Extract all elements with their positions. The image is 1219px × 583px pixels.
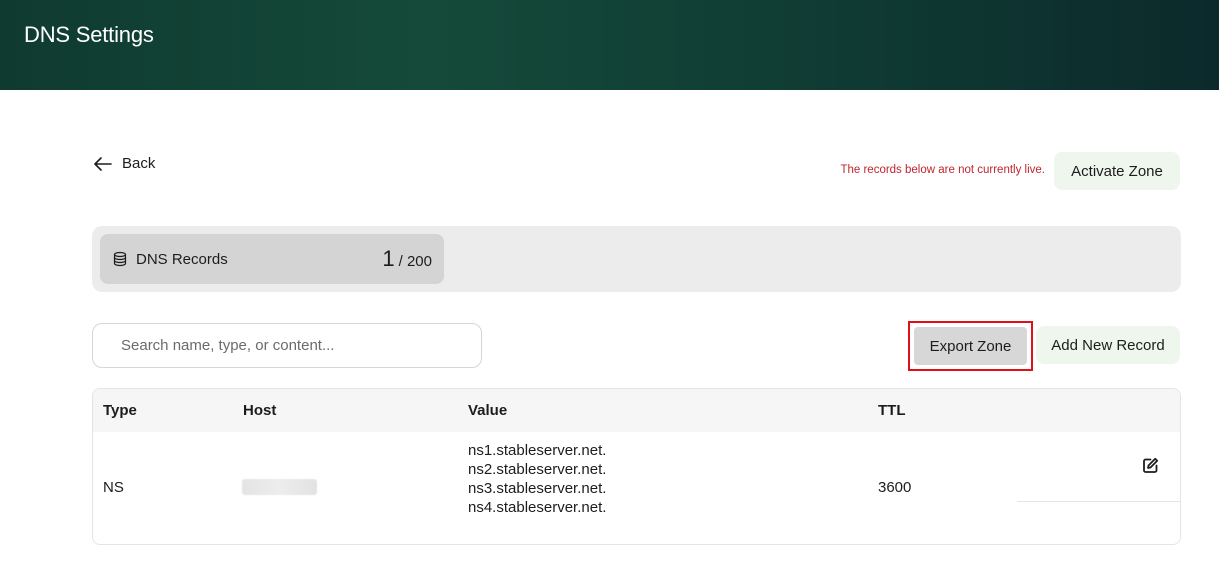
records-tab-bar: DNS Records 1 / 200	[92, 226, 1181, 292]
app-header: DNS Settings	[0, 0, 1219, 90]
search-input[interactable]	[92, 323, 482, 368]
add-new-record-button[interactable]: Add New Record	[1036, 326, 1180, 364]
record-value-line: ns3.stableserver.net.	[468, 480, 607, 497]
dns-records-table: Type Host Value TTL NS ns1.stableserver.…	[92, 388, 1181, 545]
record-value-line: ns4.stableserver.net.	[468, 499, 607, 516]
edit-icon[interactable]	[1142, 457, 1159, 474]
arrow-left-icon	[94, 156, 112, 171]
zone-notice: The records below are not currently live…	[840, 164, 1045, 176]
record-type: NS	[103, 479, 124, 496]
export-zone-button[interactable]: Export Zone	[914, 327, 1027, 365]
column-header-ttl: TTL	[878, 402, 906, 419]
database-icon	[113, 251, 127, 267]
back-label: Back	[122, 155, 156, 172]
record-value-line: ns1.stableserver.net.	[468, 442, 607, 459]
records-count-value: 1	[382, 246, 395, 271]
record-value-line: ns2.stableserver.net.	[468, 461, 607, 478]
records-count: 1 / 200	[382, 246, 432, 272]
table-header: Type Host Value TTL	[93, 389, 1180, 432]
column-header-value: Value	[468, 402, 508, 419]
page-title: DNS Settings	[24, 22, 154, 47]
row-divider	[1017, 501, 1180, 502]
record-ttl: 3600	[878, 479, 912, 496]
records-count-total: / 200	[398, 253, 432, 270]
record-host-redacted	[242, 479, 317, 495]
table-row: NS ns1.stableserver.net. ns2.stableserve…	[93, 432, 1180, 544]
back-link[interactable]: Back	[94, 155, 155, 172]
records-tab-label: DNS Records	[136, 250, 228, 268]
column-header-type: Type	[103, 402, 137, 419]
export-zone-highlight: Export Zone	[908, 321, 1033, 371]
activate-zone-button[interactable]: Activate Zone	[1054, 152, 1180, 190]
records-tab[interactable]: DNS Records 1 / 200	[100, 234, 444, 284]
record-values: ns1.stableserver.net. ns2.stableserver.n…	[468, 442, 606, 518]
column-header-host: Host	[243, 402, 277, 419]
